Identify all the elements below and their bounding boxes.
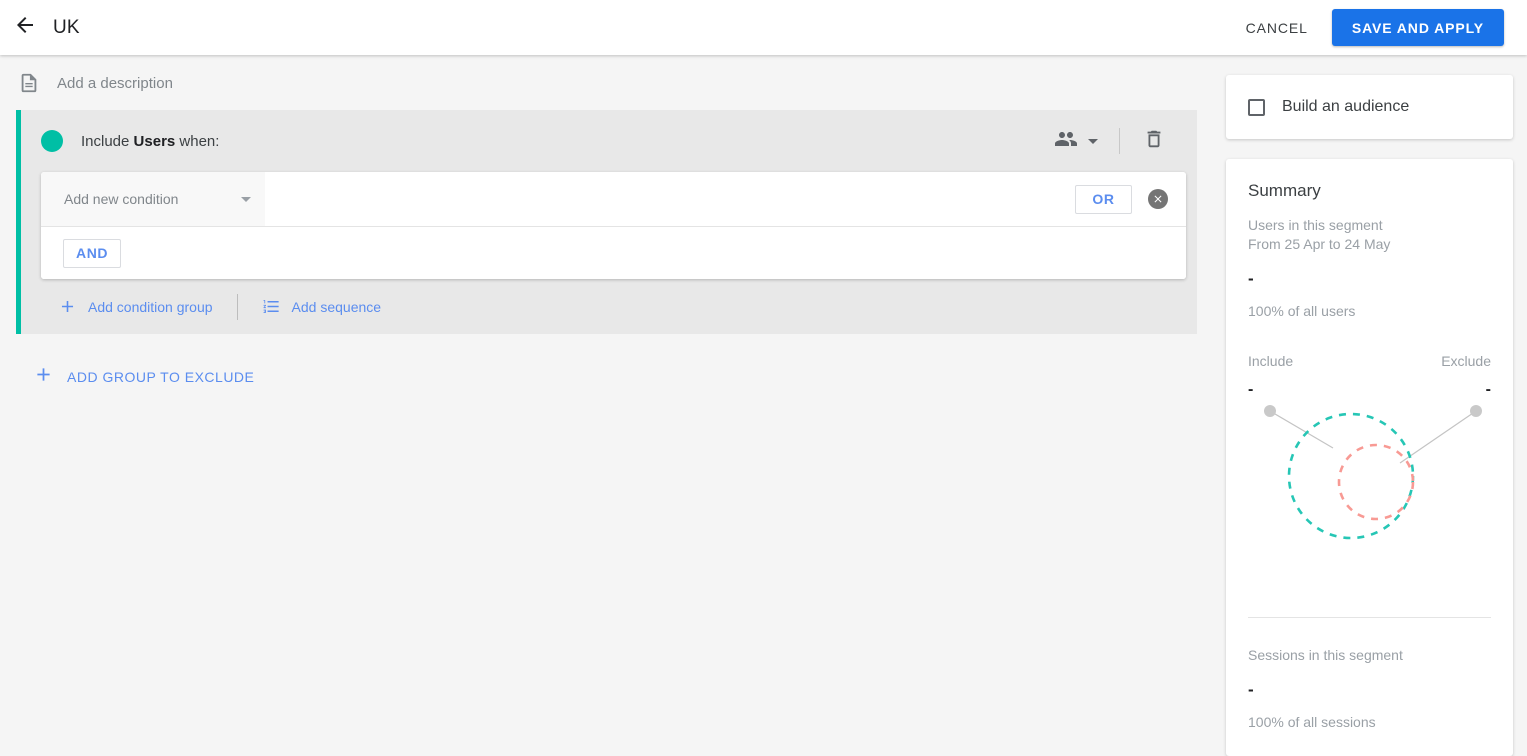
summary-sessions-block: Sessions in this segment - 100% of all s… (1248, 646, 1491, 730)
close-icon (1154, 195, 1162, 203)
ordered-list-icon (262, 297, 281, 316)
add-sequence-label: Add sequence (291, 298, 382, 315)
include-title-scope: Users (133, 132, 176, 150)
add-condition-group-button[interactable]: Add condition group (58, 297, 213, 316)
segment-builder-panel: Add a description Include Users when: Ad… (0, 56, 1212, 390)
summary-sessions-label: Sessions in this segment (1248, 647, 1403, 663)
include-group-header: Include Users when: (21, 110, 1197, 172)
and-button[interactable]: AND (63, 238, 122, 268)
summary-users-label: Users in this segment (1248, 217, 1383, 233)
save-and-apply-button[interactable]: SAVE AND APPLY (1331, 9, 1504, 46)
include-exclude-values: - - (1248, 381, 1491, 399)
segment-venn-diagram (1248, 401, 1491, 591)
add-new-condition-value: Add new condition (64, 191, 179, 207)
summary-include-value: - (1248, 381, 1254, 398)
include-indicator-dot (41, 130, 63, 152)
add-group-to-exclude-label: ADD GROUP TO EXCLUDE (67, 369, 255, 385)
remove-condition-button[interactable] (1148, 189, 1168, 209)
summary-exclude-value: - (1485, 381, 1491, 398)
cancel-button[interactable]: CANCEL (1230, 10, 1324, 46)
group-footer: Add condition group Add sequence (21, 279, 1197, 334)
include-title-suffix: when: (175, 132, 220, 150)
summary-sessions-value: - (1248, 680, 1254, 699)
condition-panel: Add new condition OR AND (41, 172, 1186, 279)
include-exclude-labels: Include Exclude (1248, 353, 1491, 369)
summary-date-range: From 25 Apr to 24 May (1248, 236, 1391, 252)
or-button[interactable]: OR (1075, 184, 1132, 214)
delete-group-button[interactable] (1137, 124, 1171, 158)
arrow-back-icon (13, 13, 37, 42)
condition-row: Add new condition OR (41, 172, 1186, 227)
chevron-down-icon (241, 196, 251, 202)
plus-icon (58, 297, 77, 316)
include-group-card: Include Users when: Add new condition OR… (16, 110, 1197, 334)
summary-divider (1248, 617, 1491, 618)
summary-users-value: - (1248, 269, 1254, 288)
page-title: UK (53, 16, 80, 38)
summary-users-percent: 100% of all users (1248, 303, 1356, 319)
plus-icon (33, 364, 54, 390)
condition-row-actions: OR (265, 172, 1186, 226)
summary-title: Summary (1248, 181, 1321, 200)
description-row[interactable]: Add a description (0, 56, 1212, 110)
right-sidebar: Build an audience Summary Users in this … (1226, 75, 1513, 756)
trash-icon (1143, 128, 1165, 155)
include-title-prefix: Include (81, 132, 134, 150)
checkbox-unchecked-icon[interactable] (1248, 98, 1265, 116)
scope-selector[interactable] (1050, 121, 1102, 162)
build-audience-label: Build an audience (1282, 98, 1410, 115)
build-audience-card[interactable]: Build an audience (1226, 75, 1513, 139)
summary-exclude-label: Exclude (1441, 353, 1491, 369)
page-content: Add a description Include Users when: Ad… (0, 56, 1527, 756)
include-group-title: Include Users when: (81, 133, 219, 150)
add-sequence-button[interactable]: Add sequence (262, 297, 382, 316)
summary-sessions-percent: 100% of all sessions (1248, 714, 1376, 730)
app-header: UK CANCEL SAVE AND APPLY (0, 0, 1527, 55)
footer-divider (236, 293, 238, 320)
summary-include-label: Include (1248, 353, 1294, 369)
description-input[interactable]: Add a description (57, 75, 173, 92)
chevron-down-icon (1088, 138, 1098, 144)
and-row: AND (41, 227, 1186, 279)
summary-card: Summary Users in this segment From 25 Ap… (1226, 159, 1513, 756)
people-icon (1054, 127, 1078, 156)
back-button[interactable] (2, 5, 48, 51)
description-icon (18, 72, 40, 94)
header-divider (1119, 128, 1120, 154)
add-group-to-exclude-button[interactable]: ADD GROUP TO EXCLUDE (33, 364, 263, 390)
add-new-condition-select[interactable]: Add new condition (41, 172, 265, 226)
add-condition-group-label: Add condition group (88, 298, 213, 315)
